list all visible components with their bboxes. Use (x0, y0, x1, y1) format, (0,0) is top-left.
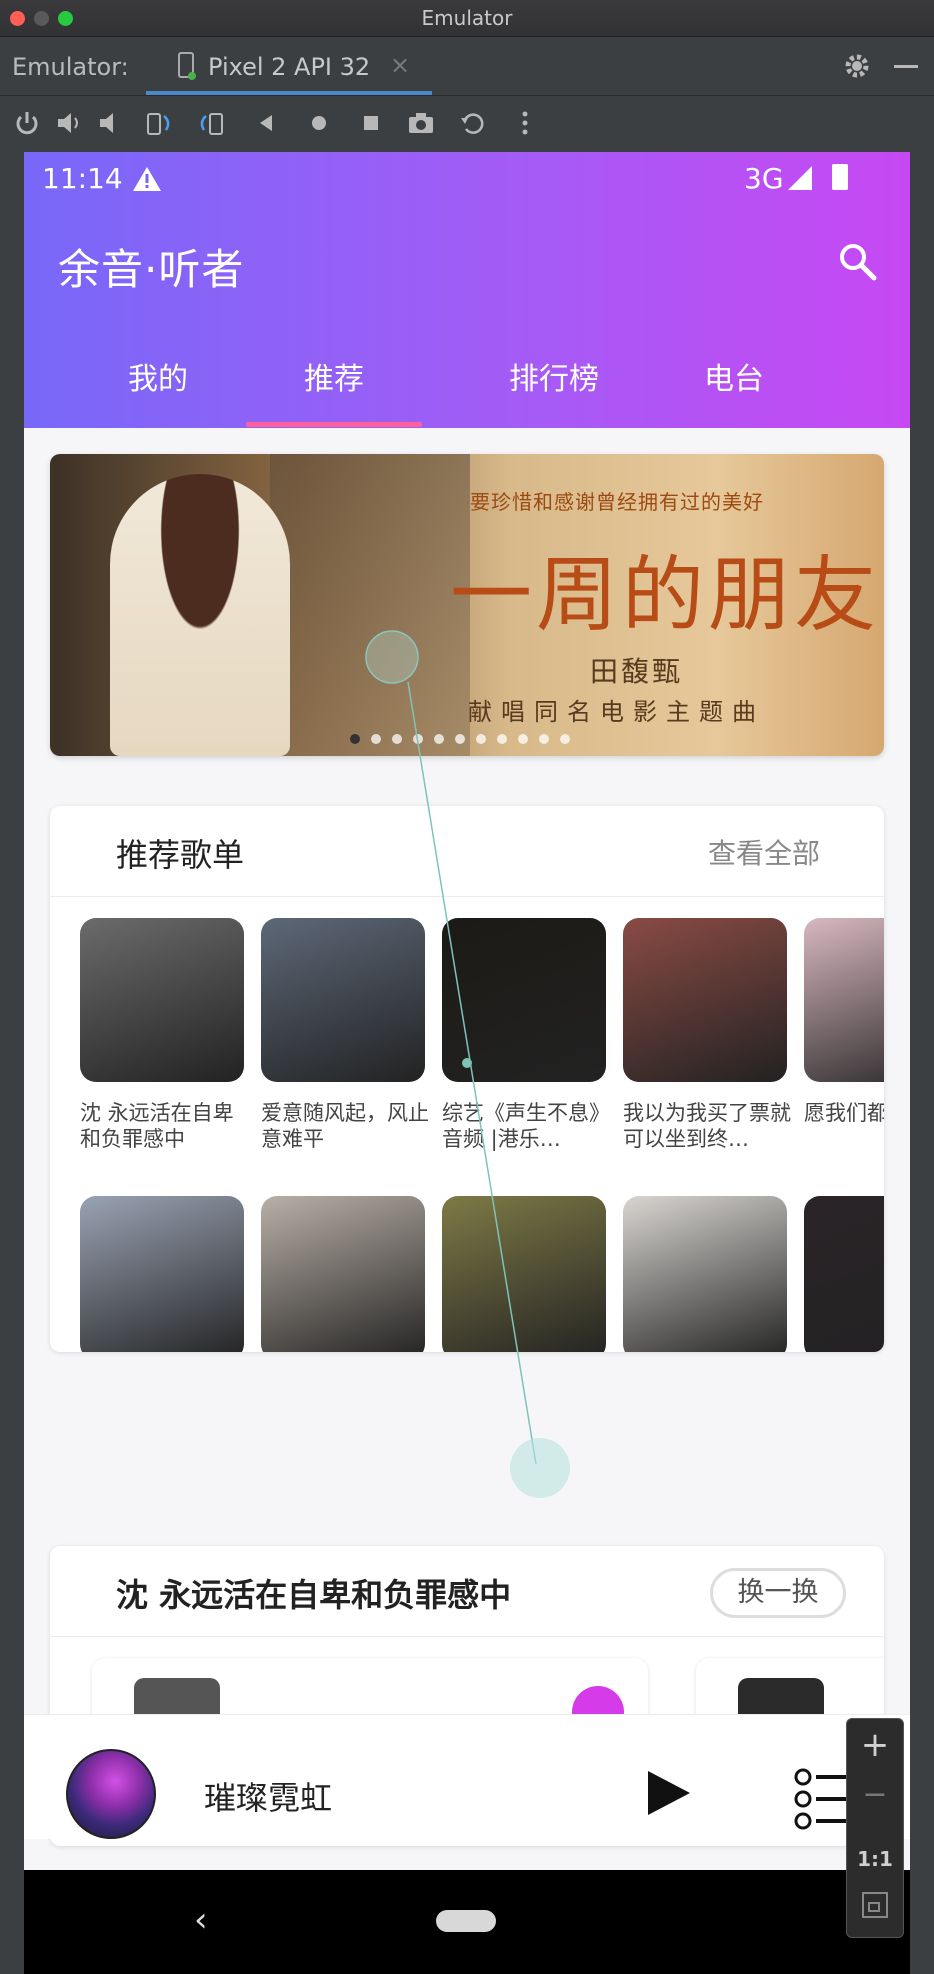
zoom-in-button[interactable]: + (847, 1725, 903, 1765)
phone-device-icon (178, 52, 196, 80)
tab-device[interactable]: Pixel 2 API 32 × (146, 37, 432, 95)
emulator-label: Emulator: (12, 53, 129, 81)
emulator-tabbar: Emulator: Pixel 2 API 32 × (0, 37, 934, 96)
touch-trail-overlay (365, 630, 570, 1498)
overview-icon[interactable] (356, 108, 386, 138)
close-tab-icon[interactable]: × (390, 51, 410, 79)
zoom-control: + − 1:1 (846, 1718, 904, 1938)
volume-down-icon[interactable] (96, 108, 126, 138)
rotate-right-icon[interactable] (196, 108, 226, 138)
home-icon[interactable] (304, 108, 334, 138)
active-tab-indicator (146, 91, 432, 95)
minimize-panel-icon[interactable] (894, 65, 918, 68)
more-icon[interactable] (510, 108, 540, 138)
rotate-left-icon[interactable] (144, 108, 174, 138)
snapshot-icon[interactable] (458, 108, 488, 138)
window-title: Emulator (421, 6, 513, 30)
power-icon[interactable] (12, 108, 42, 138)
back-icon[interactable] (252, 108, 282, 138)
gear-icon[interactable] (842, 51, 872, 81)
zoom-out-button[interactable]: − (847, 1777, 903, 1812)
fit-screen-icon[interactable] (861, 1891, 889, 1919)
device-tab-label: Pixel 2 API 32 (208, 53, 371, 81)
zoom-actual-size-button[interactable]: 1:1 (847, 1847, 903, 1871)
device-screen: 11:14 3G 余音·听者 我的 推荐 排行榜 电台 要珍惜和感谢曾经拥有过的… (24, 152, 910, 1974)
emulator-toolbar (0, 96, 934, 152)
volume-up-icon[interactable] (54, 108, 84, 138)
window-titlebar: Emulator (0, 0, 934, 37)
camera-icon[interactable] (406, 108, 436, 138)
